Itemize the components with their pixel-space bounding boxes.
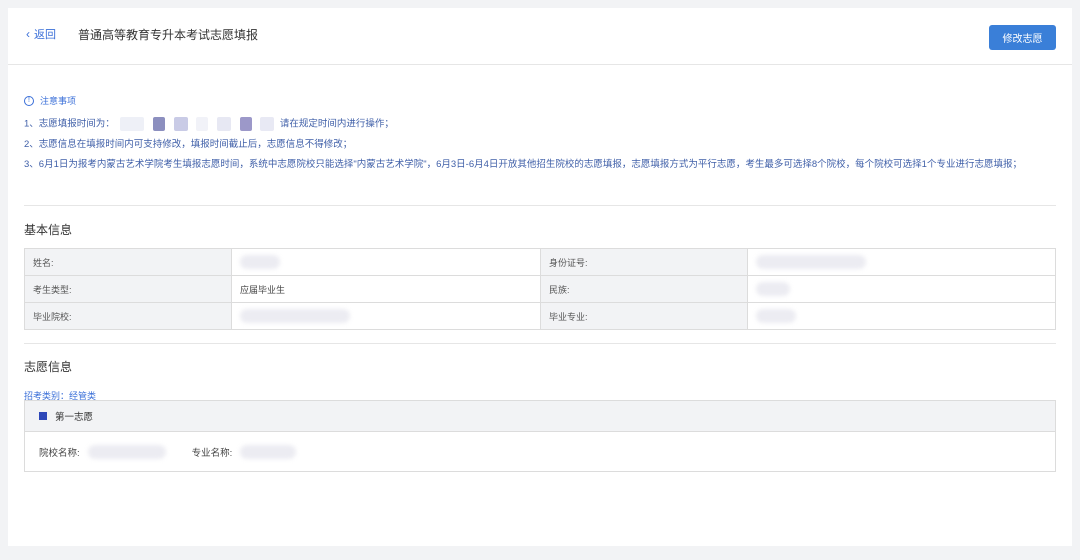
redacted-block xyxy=(173,117,188,131)
redacted-block xyxy=(153,117,166,131)
notice-item-1: 1、志愿填报时间为： 请在规定时间内进行操作； xyxy=(24,117,394,131)
student-type-label: 考生类型: xyxy=(24,275,232,303)
redacted-value xyxy=(756,255,866,269)
table-row: 考生类型: 应届毕业生 民族: xyxy=(24,275,1056,303)
school-value xyxy=(231,302,541,330)
basic-info-table: 姓名: 身份证号: 考生类型: 应届毕业生 民族: 毕业院校: 毕业专业: xyxy=(24,248,1056,330)
back-link[interactable]: ‹ 返回 xyxy=(26,26,56,42)
redacted-value xyxy=(240,309,350,323)
back-label: 返回 xyxy=(34,29,56,41)
notice-item-3: 3、6月1日为报考内蒙古艺术学院考生填报志愿时间，系统中志愿院校只能选择"内蒙古… xyxy=(24,159,1022,170)
chevron-left-icon: ‹ xyxy=(26,27,30,41)
major-label: 毕业专业: xyxy=(540,302,748,330)
notice-item-2: 2、志愿信息在填报时间内可支持修改，填报时间截止后，志愿信息不得修改； xyxy=(24,139,353,150)
id-number-label: 身份证号: xyxy=(540,248,748,276)
first-choice-title: 第一志愿 xyxy=(55,412,94,423)
divider xyxy=(24,343,1056,344)
square-marker-icon xyxy=(39,412,47,420)
redacted-block xyxy=(120,117,145,131)
redacted-value xyxy=(240,444,297,459)
first-choice-row: 院校名称: 专业名称: xyxy=(25,432,1055,471)
redacted-value xyxy=(87,444,166,459)
major-value xyxy=(747,302,1056,330)
notice-title: 注意事项 xyxy=(40,96,77,106)
student-type-value: 应届毕业生 xyxy=(231,275,541,303)
redacted-value xyxy=(756,282,790,296)
first-choice-panel: 第一志愿 院校名称: 专业名称: xyxy=(24,400,1056,472)
name-label: 姓名: xyxy=(24,248,232,276)
major-name-label: 专业名称: xyxy=(191,447,233,459)
ethnicity-value xyxy=(747,275,1056,303)
notice-section: ! 注意事项 1、志愿填报时间为： 请在规定时间内进行操作； 2、志愿信息在填报… xyxy=(24,94,1054,178)
redacted-block xyxy=(217,117,231,131)
id-number-value xyxy=(747,248,1056,276)
table-row: 毕业院校: 毕业专业: xyxy=(24,302,1056,330)
redacted-block xyxy=(260,117,275,131)
info-icon: ! xyxy=(24,95,34,106)
page-title: 普通高等教育专升本考试志愿填报 xyxy=(78,28,259,42)
name-value xyxy=(231,248,541,276)
ethnicity-label: 民族: xyxy=(540,275,748,303)
school-label: 毕业院校: xyxy=(24,302,232,330)
divider xyxy=(24,205,1056,206)
edit-volunteer-button[interactable]: 修改志愿 xyxy=(989,25,1056,50)
table-row: 姓名: 身份证号: xyxy=(24,248,1056,276)
volunteer-info-title: 志愿信息 xyxy=(24,360,73,374)
page-container: ‹ 返回 普通高等教育专升本考试志愿填报 修改志愿 ! 注意事项 1、志愿填报时… xyxy=(8,8,1072,546)
notice-heading: ! 注意事项 xyxy=(24,94,1054,107)
redacted-block xyxy=(239,117,252,131)
school-name-label: 院校名称: xyxy=(39,447,80,459)
redacted-block xyxy=(196,117,209,131)
first-choice-header: 第一志愿 xyxy=(25,401,1055,432)
basic-info-title: 基本信息 xyxy=(24,223,73,237)
top-bar: ‹ 返回 普通高等教育专升本考试志愿填报 修改志愿 xyxy=(8,8,1072,65)
redacted-value xyxy=(756,309,796,323)
redacted-value xyxy=(240,255,280,269)
